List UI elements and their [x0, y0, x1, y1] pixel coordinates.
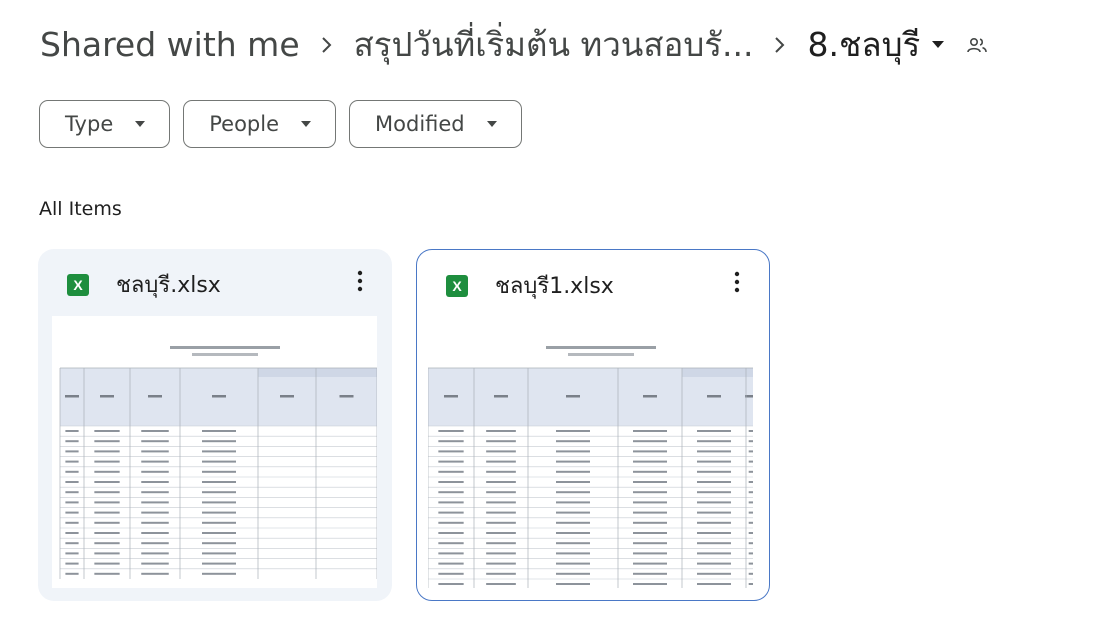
file-thumbnail — [52, 316, 377, 588]
file-card-selected[interactable]: X ชลบุรี1.xlsx — [416, 249, 770, 601]
thumbnail-grid — [59, 346, 377, 579]
breadcrumb-parent-folder[interactable]: สรุปวันที่เริ่มต้น ทวนสอบรั... — [354, 22, 754, 68]
breadcrumb-current-folder[interactable]: 8.ชลบุรี — [807, 22, 920, 68]
drive-shared-folder-view: Shared with me สรุปวันที่เริ่มต้น ทวนสอบ… — [0, 0, 1095, 628]
caret-down-icon — [301, 121, 312, 127]
file-name: ชลบุรี.xlsx — [116, 273, 221, 298]
chip-label: People — [209, 112, 280, 136]
filter-people-chip[interactable]: People — [183, 100, 337, 148]
thumbnail-grid — [428, 346, 753, 588]
more-options-icon[interactable] — [723, 266, 751, 298]
chevron-right-icon — [300, 36, 354, 54]
filter-type-chip[interactable]: Type — [39, 100, 171, 148]
section-label-all-items: All Items — [39, 198, 122, 220]
chevron-right-icon — [753, 36, 807, 54]
file-card-header: X ชลบุรี.xlsx — [38, 249, 392, 315]
more-options-icon[interactable] — [346, 265, 374, 297]
caret-down-icon — [135, 121, 146, 127]
sheets-x-icon: X — [67, 274, 89, 296]
file-card-header: X ชลบุรี1.xlsx — [417, 250, 769, 316]
breadcrumb: Shared with me สรุปวันที่เริ่มต้น ทวนสอบ… — [40, 22, 988, 68]
file-name: ชลบุรี1.xlsx — [495, 274, 614, 299]
filter-modified-chip[interactable]: Modified — [349, 100, 522, 148]
caret-down-icon — [486, 121, 497, 127]
chip-label: Type — [65, 112, 114, 136]
file-thumbnail — [428, 316, 753, 588]
chip-label: Modified — [375, 112, 465, 136]
sheets-x-icon: X — [446, 275, 468, 297]
filter-chips: Type People Modified — [39, 100, 522, 148]
people-icon[interactable] — [966, 37, 988, 53]
file-card[interactable]: X ชลบุรี.xlsx — [38, 249, 392, 601]
caret-down-icon[interactable] — [932, 41, 945, 49]
breadcrumb-shared-with-me[interactable]: Shared with me — [40, 22, 300, 68]
